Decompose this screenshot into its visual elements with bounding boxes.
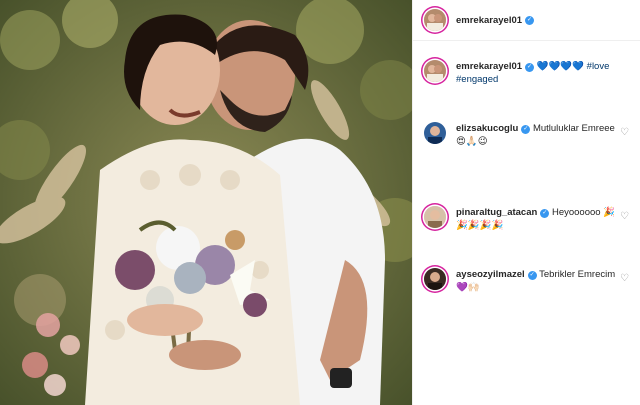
- commenter-avatar[interactable]: [424, 268, 446, 290]
- avatar-image: [424, 122, 446, 144]
- post-photo[interactable]: [0, 0, 412, 405]
- verified-badge-icon: ✓: [525, 63, 535, 72]
- comment-text: pinaraltug_atacan ✓ Heyoooooo 🎉🎉🎉🎉🎉: [456, 206, 616, 232]
- verified-badge-icon: ✓: [527, 271, 537, 280]
- instagram-post: emrekarayel01 ✓ emrekarayel01 ✓ 💙💙💙💙 #lov…: [0, 0, 640, 405]
- commenter-avatar[interactable]: [424, 206, 446, 228]
- commenter-username[interactable]: pinaraltug_atacan: [456, 207, 537, 218]
- hashtag-love[interactable]: #love: [587, 61, 610, 72]
- avatar-image: [424, 60, 446, 82]
- avatar-image: [424, 206, 446, 228]
- comment-text: elizsakucoglu ✓ Mutluluklar Emreee 😍🙏🏻😉: [456, 122, 616, 148]
- verified-badge-icon: ✓: [540, 209, 550, 218]
- verified-badge-icon: ✓: [525, 15, 535, 25]
- comment-text: ayseozyilmazel ✓ Tebrikler Emrecim 💜🙌🏻: [456, 268, 616, 294]
- caption-row: emrekarayel01 ✓ 💙💙💙💙 #love #engaged: [424, 60, 634, 86]
- like-comment-heart-icon[interactable]: ♡: [620, 274, 630, 284]
- commenter-username[interactable]: elizsakucoglu: [456, 123, 518, 134]
- comment-row: pinaraltug_atacan ✓ Heyoooooo 🎉🎉🎉🎉🎉: [424, 206, 634, 232]
- hashtag-engaged[interactable]: #engaged: [456, 74, 498, 85]
- caption-avatar[interactable]: [424, 60, 446, 82]
- author-username[interactable]: emrekarayel01: [456, 15, 522, 26]
- like-comment-heart-icon[interactable]: ♡: [620, 212, 630, 222]
- wedding-photo-illustration: [0, 0, 412, 405]
- like-comment-heart-icon[interactable]: ♡: [620, 128, 630, 138]
- caption-hearts: 💙💙💙💙: [536, 61, 585, 72]
- comment-row: elizsakucoglu ✓ Mutluluklar Emreee 😍🙏🏻😉: [424, 122, 634, 148]
- caption-text: emrekarayel01 ✓ 💙💙💙💙 #love #engaged: [456, 60, 616, 86]
- avatar-image: [424, 268, 446, 290]
- post-sidebar: emrekarayel01 ✓ emrekarayel01 ✓ 💙💙💙💙 #lov…: [412, 0, 640, 405]
- avatar-image: [424, 9, 446, 31]
- commenter-avatar[interactable]: [424, 122, 446, 144]
- verified-badge-icon: ✓: [521, 125, 531, 134]
- comment-row: ayseozyilmazel ✓ Tebrikler Emrecim 💜🙌🏻: [424, 268, 634, 294]
- post-header: emrekarayel01 ✓: [413, 0, 640, 41]
- author-avatar[interactable]: [424, 9, 446, 31]
- commenter-username[interactable]: ayseozyilmazel: [456, 269, 525, 280]
- caption-username[interactable]: emrekarayel01: [456, 61, 522, 72]
